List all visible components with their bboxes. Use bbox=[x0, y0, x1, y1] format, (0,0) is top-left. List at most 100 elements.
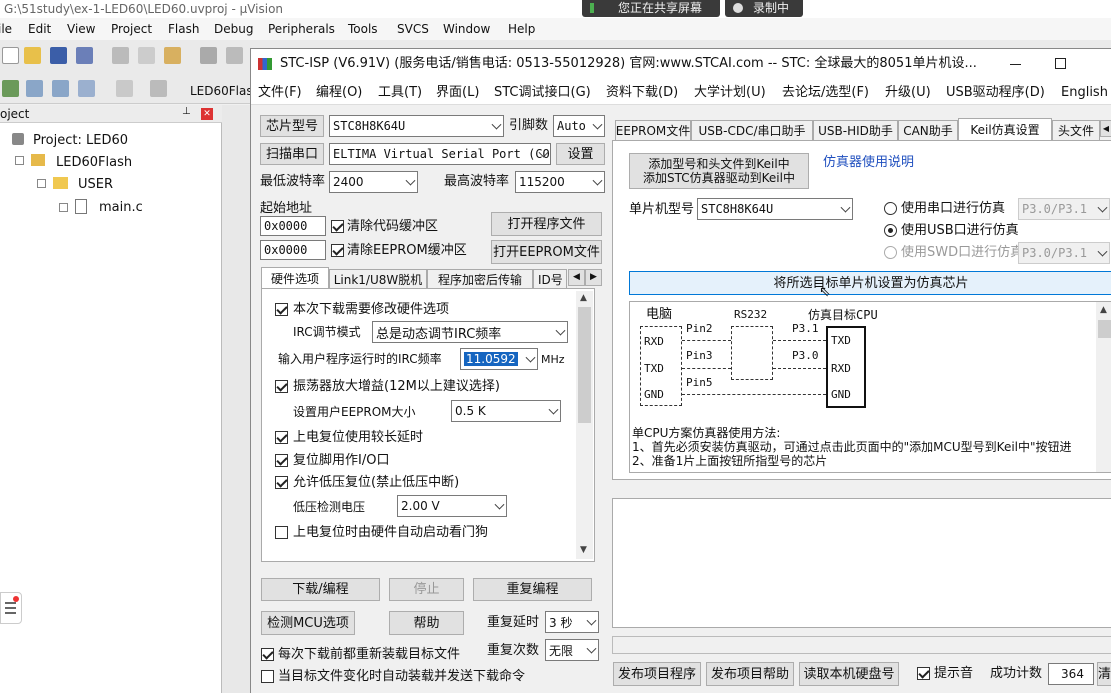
clear-count-button[interactable]: 清 bbox=[1097, 662, 1111, 686]
publish-help-button[interactable]: 发布项目帮助 bbox=[706, 662, 794, 686]
output-log[interactable] bbox=[612, 498, 1111, 628]
diagram-scrollbar[interactable]: ▲ bbox=[1096, 302, 1111, 472]
save-icon[interactable] bbox=[50, 47, 67, 64]
scroll-up-icon[interactable]: ▲ bbox=[1100, 306, 1107, 315]
load-icon[interactable] bbox=[116, 80, 133, 97]
scrollbar-thumb[interactable] bbox=[1098, 320, 1111, 338]
irc-freq-select[interactable]: 11.0592 bbox=[460, 348, 538, 370]
open-eeprom-button[interactable]: 打开EEPROM文件 bbox=[491, 240, 602, 264]
stop-button[interactable]: 停止 bbox=[389, 578, 464, 601]
redo-icon[interactable] bbox=[226, 47, 243, 64]
eeprom-size-select[interactable]: 0.5 K bbox=[451, 400, 561, 422]
clear-code-checkbox[interactable] bbox=[331, 220, 344, 233]
uv-menu-window[interactable]: Window bbox=[443, 23, 490, 35]
menu-icon[interactable] bbox=[5, 602, 16, 604]
repeat-program-button[interactable]: 重复编程 bbox=[473, 578, 592, 601]
auto-send-checkbox[interactable] bbox=[261, 670, 274, 683]
beep-checkbox[interactable] bbox=[917, 667, 930, 680]
lvd-select[interactable]: 2.00 V bbox=[397, 495, 507, 517]
save-all-icon[interactable] bbox=[76, 47, 93, 64]
new-file-icon[interactable] bbox=[2, 47, 19, 64]
tree-file[interactable]: main.c bbox=[99, 201, 143, 214]
menu-usb-driver[interactable]: USB驱动程序(D) bbox=[946, 86, 1045, 99]
menu-file[interactable]: 文件(F) bbox=[258, 86, 302, 99]
tab-id[interactable]: ID号 bbox=[533, 269, 567, 289]
batch-build-icon[interactable] bbox=[52, 80, 69, 97]
scroll-up-icon[interactable]: ▲ bbox=[580, 294, 587, 303]
modify-hw-checkbox[interactable] bbox=[275, 303, 288, 316]
repeat-count-select[interactable]: 无限 bbox=[545, 639, 599, 661]
osc-gain-checkbox[interactable] bbox=[275, 380, 288, 393]
uv-menu-file[interactable]: ile bbox=[0, 23, 12, 35]
menu-tools[interactable]: 工具(T) bbox=[378, 86, 422, 99]
add-keil-button[interactable]: 添加型号和头文件到Keil中 添加STC仿真器驱动到Keil中 bbox=[629, 153, 809, 189]
eeprom-address-input[interactable]: 0x0000 bbox=[260, 240, 326, 260]
uv-menu-svcs[interactable]: SVCS bbox=[397, 23, 429, 35]
uv-menu-help[interactable]: Help bbox=[508, 23, 535, 35]
menu-forum[interactable]: 去论坛/选型(F) bbox=[782, 86, 869, 99]
clear-eeprom-checkbox[interactable] bbox=[331, 244, 344, 257]
expand-icon[interactable] bbox=[59, 203, 68, 212]
minimize-icon[interactable] bbox=[1010, 64, 1021, 65]
open-program-button[interactable]: 打开程序文件 bbox=[491, 212, 602, 236]
paste-icon[interactable] bbox=[164, 47, 181, 64]
sim-swd-radio[interactable] bbox=[884, 246, 897, 259]
chip-select[interactable]: STC8H8K64U bbox=[329, 115, 504, 137]
sim-usb-radio[interactable] bbox=[884, 224, 897, 237]
uv-menu-debug[interactable]: Debug bbox=[214, 23, 253, 35]
tree-target[interactable]: LED60Flash bbox=[56, 156, 132, 169]
sim-serial-radio[interactable] bbox=[884, 202, 897, 215]
menu-debug-interface[interactable]: STC调试接口(G) bbox=[494, 86, 591, 99]
scrollbar-thumb[interactable] bbox=[578, 307, 591, 423]
wdt-checkbox[interactable] bbox=[275, 526, 288, 539]
set-sim-chip-button[interactable]: 将所选目标单片机设置为仿真芯片 bbox=[629, 271, 1111, 295]
tab-usb-hid[interactable]: USB-HID助手 bbox=[813, 120, 898, 140]
tab-scroll-left-icon[interactable]: ◀ bbox=[1100, 120, 1111, 137]
rebuild-icon[interactable] bbox=[26, 80, 43, 97]
swd-pins-select[interactable]: P3.0/P3.1 bbox=[1018, 242, 1110, 264]
maximize-icon[interactable] bbox=[1055, 58, 1066, 69]
uv-menu-tools[interactable]: Tools bbox=[348, 23, 378, 35]
scan-port-button[interactable]: 扫描串口 bbox=[260, 143, 324, 165]
stop-build-icon[interactable] bbox=[78, 80, 95, 97]
tab-hardware[interactable]: 硬件选项 bbox=[261, 267, 329, 289]
reset-io-checkbox[interactable] bbox=[275, 454, 288, 467]
tab-keil-sim[interactable]: Keil仿真设置 bbox=[958, 118, 1052, 140]
tab-usb-cdc[interactable]: USB-CDC/串口助手 bbox=[691, 120, 813, 140]
reload-checkbox[interactable] bbox=[261, 648, 274, 661]
collapse-icon[interactable] bbox=[15, 156, 24, 165]
undo-icon[interactable] bbox=[200, 47, 217, 64]
sim-manual-link[interactable]: 仿真器使用说明 bbox=[823, 156, 914, 169]
irc-mode-select[interactable]: 总是动态调节IRC频率 bbox=[372, 321, 568, 343]
tree-group[interactable]: USER bbox=[78, 178, 113, 191]
uv-menu-flash[interactable]: Flash bbox=[168, 23, 199, 35]
tab-can[interactable]: CAN助手 bbox=[898, 120, 958, 140]
settings-button[interactable]: 设置 bbox=[556, 143, 605, 165]
hw-scrollbar[interactable]: ▲ ▼ bbox=[576, 291, 593, 559]
tree-project[interactable]: Project: LED60 bbox=[33, 134, 128, 147]
code-address-input[interactable]: 0x0000 bbox=[260, 216, 326, 236]
tab-header-file[interactable]: 头文件 bbox=[1052, 120, 1100, 140]
menu-downloads[interactable]: 资料下载(D) bbox=[606, 86, 678, 99]
port-select[interactable]: ELTIMA Virtual Serial Port (CO bbox=[329, 143, 551, 165]
menu-interface[interactable]: 界面(L) bbox=[436, 86, 479, 99]
collapse-icon[interactable] bbox=[37, 179, 46, 188]
cut-icon[interactable] bbox=[112, 47, 129, 64]
tab-scroll-right-icon[interactable]: ▶ bbox=[585, 269, 602, 286]
tab-link1[interactable]: Link1/U8W脱机 bbox=[329, 269, 427, 289]
publish-project-button[interactable]: 发布项目程序 bbox=[613, 662, 701, 686]
pin-icon[interactable]: ⊥ bbox=[182, 107, 191, 117]
menu-program[interactable]: 编程(O) bbox=[316, 86, 362, 99]
menu-upgrade[interactable]: 升级(U) bbox=[885, 86, 931, 99]
check-mcu-button[interactable]: 检测MCU选项 bbox=[261, 611, 355, 635]
build-icon[interactable] bbox=[2, 80, 19, 97]
pins-select[interactable]: Auto bbox=[553, 115, 605, 137]
repeat-delay-select[interactable]: 3 秒 bbox=[545, 611, 599, 633]
tab-scroll-left-icon[interactable]: ◀ bbox=[568, 269, 585, 286]
read-disk-button[interactable]: 读取本机硬盘号 bbox=[799, 662, 899, 686]
chip-type-button[interactable]: 芯片型号 bbox=[260, 115, 324, 137]
scroll-down-icon[interactable]: ▼ bbox=[580, 546, 587, 555]
target-select[interactable]: LED60Flas bbox=[190, 85, 253, 97]
serial-pins-select[interactable]: P3.0/P3.1 bbox=[1018, 198, 1110, 220]
copy-icon[interactable] bbox=[138, 47, 155, 64]
